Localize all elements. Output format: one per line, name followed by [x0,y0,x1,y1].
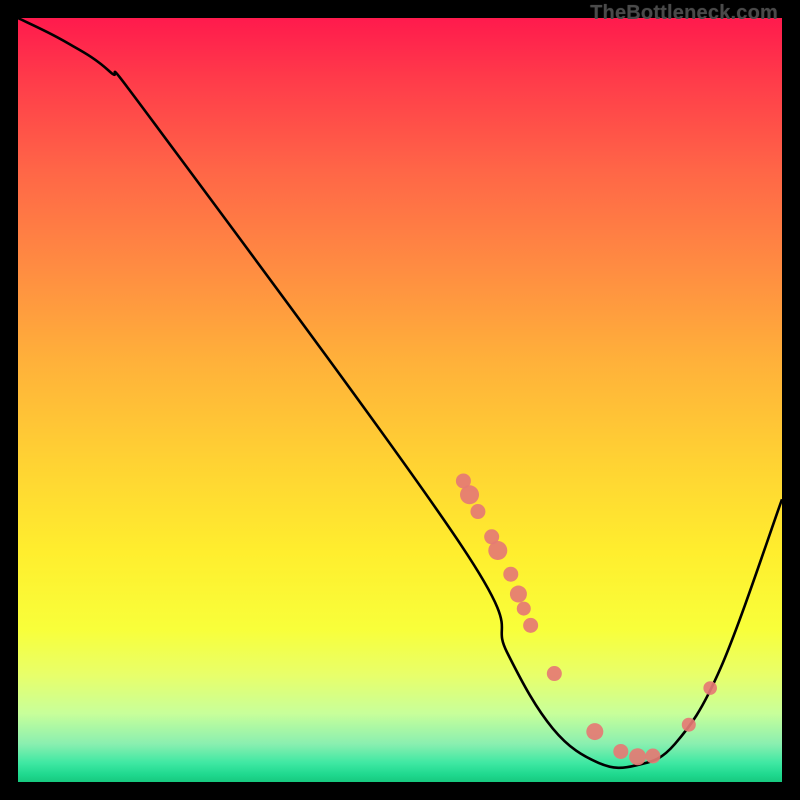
data-marker [703,681,717,695]
data-marker [488,541,507,560]
data-marker [547,666,562,681]
data-marker [523,618,538,633]
bottleneck-curve [18,18,782,768]
data-marker [503,567,518,582]
data-marker [613,744,628,759]
data-marker [682,718,696,732]
data-marker [510,586,527,603]
data-marker [470,504,485,519]
bottleneck-chart [18,18,782,782]
data-marker [629,748,646,765]
data-marker [460,485,479,504]
data-marker [586,723,603,740]
data-marker [645,749,660,764]
data-marker [517,602,531,616]
marker-layer [456,473,717,765]
